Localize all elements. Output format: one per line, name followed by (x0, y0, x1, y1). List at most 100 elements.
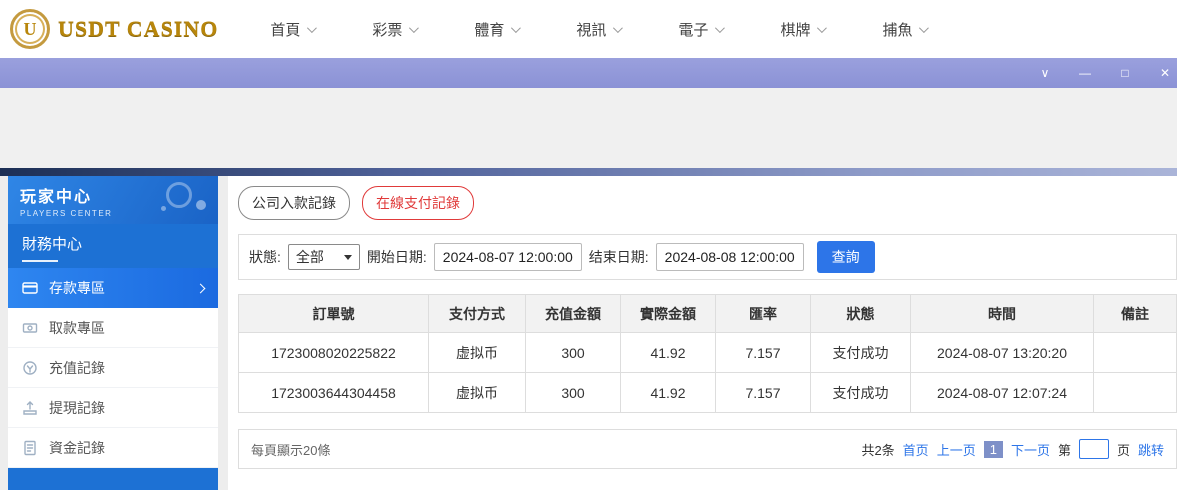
table-row: 1723003644304458 虚拟币 300 41.92 7.157 支付成… (239, 373, 1177, 413)
usdt-logo-icon: U (10, 9, 50, 49)
cell-actual-amount: 41.92 (621, 333, 716, 373)
chevron-down-icon[interactable]: ∨ (1037, 66, 1053, 80)
nav-item-lottery[interactable]: 彩票 (372, 19, 416, 40)
chevron-down-icon (919, 23, 929, 33)
jump-page-input[interactable] (1079, 439, 1109, 459)
pager: 共2条 首页 上一页 1 下一页 第 页 跳转 (861, 439, 1164, 459)
end-date-input[interactable]: 2024-08-08 12:00:00 (656, 243, 804, 271)
col-rate: 匯率 (716, 295, 811, 333)
top-navbar: U USDT CASINO 首頁 彩票 體育 視訊 電子 棋牌 捕魚 (0, 0, 1177, 58)
start-date-value: 2024-08-07 12:00:00 (443, 249, 573, 265)
nav-item-home[interactable]: 首頁 (270, 19, 314, 40)
chevron-down-icon (409, 23, 419, 33)
chevron-down-icon (817, 23, 827, 33)
cell-remark (1094, 333, 1177, 373)
cell-recharge-amount: 300 (526, 333, 621, 373)
nav-label: 棋牌 (780, 19, 810, 40)
decor-circle (166, 182, 192, 208)
select-arrow-icon (344, 255, 352, 260)
jump-suffix: 页 (1117, 440, 1130, 459)
decor-dot (196, 200, 206, 210)
cell-rate: 7.157 (716, 373, 811, 413)
jump-button[interactable]: 跳转 (1138, 440, 1164, 459)
end-date-label: 结束日期: (589, 247, 649, 267)
nav-label: 視訊 (576, 19, 606, 40)
sidebar-item-label: 資金記錄 (49, 438, 105, 458)
page-size-text: 每頁顯示20條 (251, 440, 330, 459)
chevron-down-icon (715, 23, 725, 33)
status-value: 全部 (296, 247, 324, 267)
sidebar-item-funds-record[interactable]: 資金記錄 (8, 428, 218, 468)
nav-item-sports[interactable]: 體育 (474, 19, 518, 40)
filter-bar: 狀態: 全部 開始日期: 2024-08-07 12:00:00 结束日期: 2… (238, 234, 1177, 280)
col-actual-amount: 實際金額 (621, 295, 716, 333)
decor-dot (161, 206, 166, 211)
nav-item-cards[interactable]: 棋牌 (780, 19, 824, 40)
sidebar-item-cashout-record[interactable]: 提現記錄 (8, 388, 218, 428)
brand-name: USDT CASINO (58, 16, 218, 42)
first-page-link[interactable]: 首页 (903, 440, 929, 459)
start-date-input[interactable]: 2024-08-07 12:00:00 (434, 243, 582, 271)
sidebar-item-withdraw[interactable]: 取款專區 (8, 308, 218, 348)
sidebar-fill (8, 468, 218, 490)
status-select[interactable]: 全部 (288, 244, 360, 270)
end-date-value: 2024-08-08 12:00:00 (665, 249, 795, 265)
table-header-row: 訂單號 支付方式 充值金額 實際金額 匯率 狀態 時間 備註 (239, 295, 1177, 333)
nav-label: 捕魚 (882, 19, 912, 40)
prev-page-link[interactable]: 上一页 (937, 440, 976, 459)
recharge-record-icon (22, 360, 38, 376)
player-center-sidebar: 玩家中心 PLAYERS CENTER 財務中心 存款專區 取款專區 (8, 176, 218, 490)
cell-recharge-amount: 300 (526, 373, 621, 413)
main-area: 玩家中心 PLAYERS CENTER 財務中心 存款專區 取款專區 (0, 176, 1177, 490)
minimize-icon[interactable]: — (1077, 66, 1093, 80)
sidebar-header: 玩家中心 PLAYERS CENTER (8, 176, 218, 224)
current-page-badge: 1 (984, 441, 1003, 458)
sidebar-item-recharge-record[interactable]: 充值記錄 (8, 348, 218, 388)
section-label: 財務中心 (22, 236, 82, 253)
cell-pay-method: 虚拟币 (429, 333, 526, 373)
sidebar-menu: 存款專區 取款專區 充值記錄 提現記錄 (8, 268, 218, 468)
col-recharge-amount: 充值金額 (526, 295, 621, 333)
nav-item-fishing[interactable]: 捕魚 (882, 19, 926, 40)
tab-company-deposit-record[interactable]: 公司入款記錄 (238, 186, 350, 220)
cell-pay-method: 虚拟币 (429, 373, 526, 413)
next-page-link[interactable]: 下一页 (1011, 440, 1050, 459)
window-title-bar: ∨ — □ ✕ (0, 58, 1177, 88)
cell-order-no: 1723008020225822 (239, 333, 429, 373)
sidebar-item-label: 提現記錄 (49, 398, 105, 418)
jump-prefix: 第 (1058, 440, 1071, 459)
logo-letter: U (24, 19, 37, 40)
cell-time: 2024-08-07 13:20:20 (911, 333, 1094, 373)
records-table: 訂單號 支付方式 充值金額 實際金額 匯率 狀態 時間 備註 172300802… (238, 294, 1177, 413)
chevron-right-icon (196, 283, 206, 293)
cell-status: 支付成功 (811, 333, 911, 373)
cashout-record-icon (22, 400, 38, 416)
deposit-card-icon (22, 280, 38, 296)
cell-time: 2024-08-07 12:07:24 (911, 373, 1094, 413)
sidebar-section-title: 財務中心 (8, 224, 218, 268)
brand-logo[interactable]: U USDT CASINO (10, 9, 218, 49)
query-button[interactable]: 查詢 (817, 241, 875, 273)
cell-actual-amount: 41.92 (621, 373, 716, 413)
tab-online-payment-record[interactable]: 在線支付記錄 (362, 186, 474, 220)
close-icon[interactable]: ✕ (1157, 66, 1173, 80)
nav-item-slots[interactable]: 電子 (678, 19, 722, 40)
maximize-icon[interactable]: □ (1117, 66, 1133, 80)
pagination-bar: 每頁顯示20條 共2条 首页 上一页 1 下一页 第 页 跳转 (238, 429, 1177, 469)
total-count: 共2条 (861, 440, 894, 459)
record-tabs: 公司入款記錄 在線支付記錄 (238, 186, 1177, 220)
col-order-no: 訂單號 (239, 295, 429, 333)
section-underline (22, 260, 58, 262)
divider (0, 168, 1177, 176)
main-nav: 首頁 彩票 體育 視訊 電子 棋牌 捕魚 (270, 19, 926, 40)
nav-label: 體育 (474, 19, 504, 40)
cell-remark (1094, 373, 1177, 413)
sidebar-item-deposit[interactable]: 存款專區 (8, 268, 218, 308)
nav-item-live[interactable]: 視訊 (576, 19, 620, 40)
nav-label: 電子 (678, 19, 708, 40)
col-time: 時間 (911, 295, 1094, 333)
cell-rate: 7.157 (716, 333, 811, 373)
chevron-down-icon (613, 23, 623, 33)
sidebar-subtitle: PLAYERS CENTER (20, 209, 206, 218)
col-status: 狀態 (811, 295, 911, 333)
